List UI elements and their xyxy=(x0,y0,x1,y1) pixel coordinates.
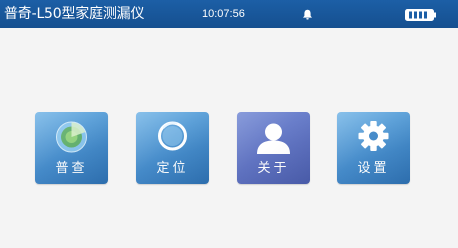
main-menu: 普查 定位 关于 设置 xyxy=(0,28,458,248)
status-bar: 普奇-L50型家庭测漏仪 10:07:56 xyxy=(0,0,458,28)
clock: 10:07:56 xyxy=(202,8,245,20)
app-title: 普奇-L50型家庭测漏仪 xyxy=(4,6,145,22)
settings-label: 设置 xyxy=(357,161,390,176)
settings-button[interactable]: 设置 xyxy=(337,112,410,184)
locate-ring-icon xyxy=(158,121,187,151)
survey-button[interactable]: 普查 xyxy=(35,112,108,184)
locate-label: 定位 xyxy=(156,161,189,176)
locate-button[interactable]: 定位 xyxy=(136,112,209,184)
radar-scan-icon xyxy=(56,121,87,153)
user-icon xyxy=(257,123,290,154)
about-label: 关于 xyxy=(257,161,290,176)
gear-icon xyxy=(358,121,389,151)
battery-full-icon xyxy=(405,9,436,21)
survey-label: 普查 xyxy=(55,161,88,176)
about-button[interactable]: 关于 xyxy=(237,112,310,184)
bell-icon xyxy=(303,9,312,20)
